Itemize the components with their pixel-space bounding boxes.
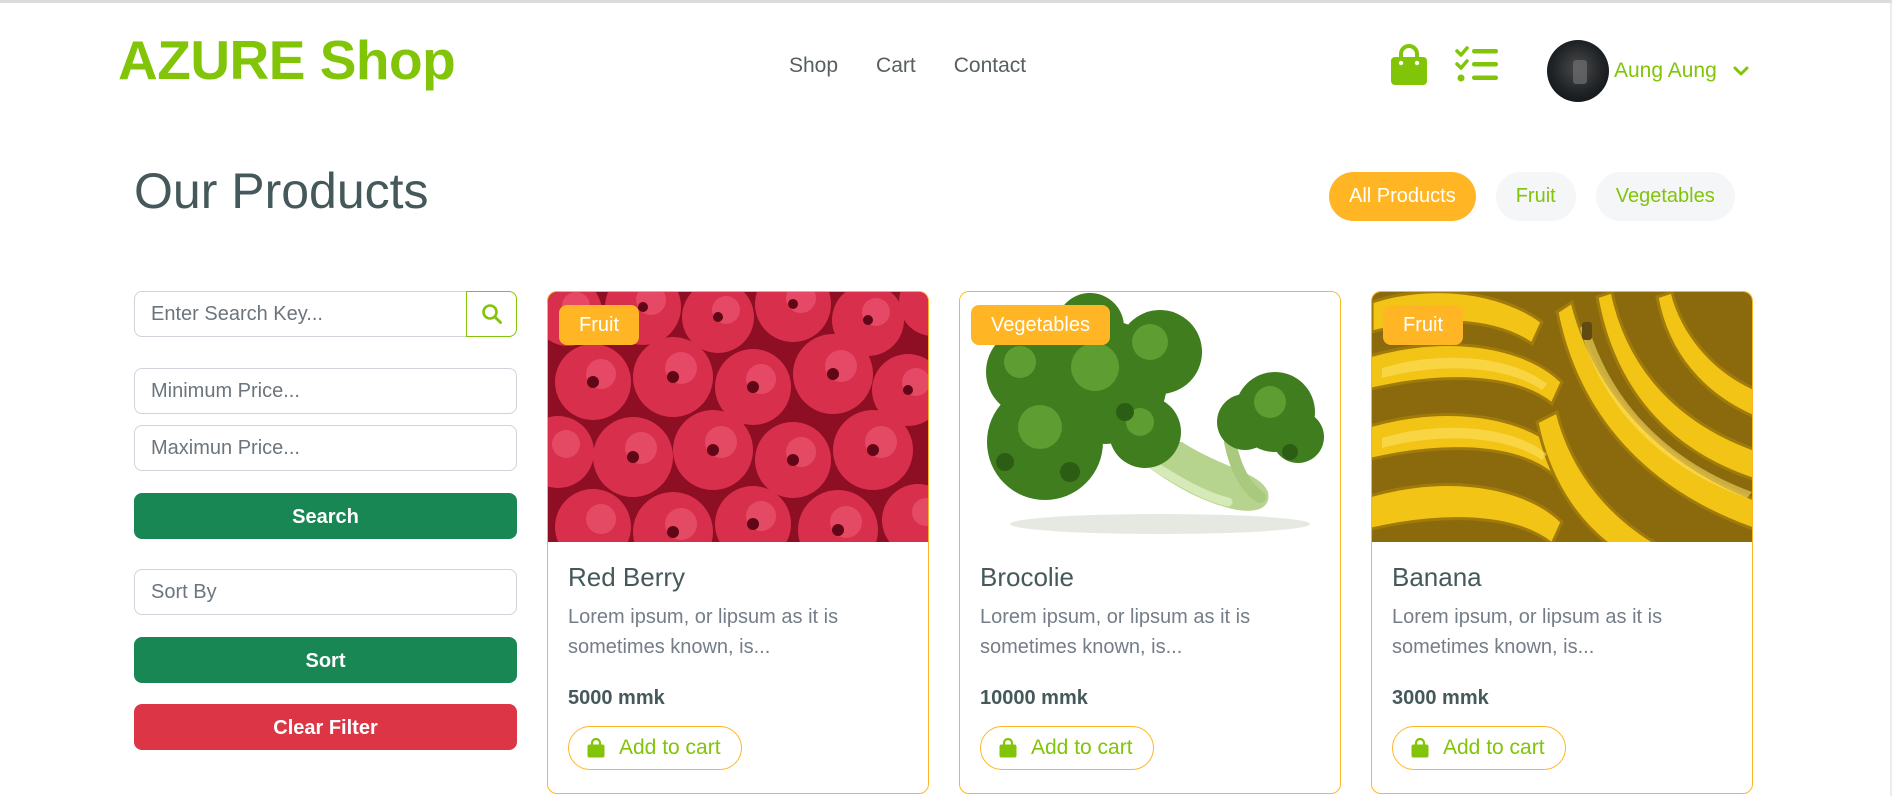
- window-top-border: [0, 0, 1892, 3]
- product-name[interactable]: Brocolie: [980, 560, 1074, 594]
- search-button[interactable]: Search: [134, 493, 517, 539]
- product-card-brocolie[interactable]: Vegetables Brocolie Lorem ipsum, or lips…: [959, 291, 1341, 794]
- main-nav: Shop Cart Contact: [789, 52, 1026, 80]
- tab-fruit[interactable]: Fruit: [1495, 172, 1576, 221]
- add-to-cart-label: Add to cart: [619, 736, 721, 759]
- product-description: Lorem ipsum, or lipsum as it is sometime…: [980, 606, 1251, 658]
- search-group: [134, 291, 517, 337]
- user-menu[interactable]: Aung Aung: [1547, 40, 1750, 102]
- add-to-cart-button[interactable]: Add to cart: [1392, 726, 1566, 770]
- nav-cart[interactable]: Cart: [876, 52, 916, 80]
- tab-vegetables[interactable]: Vegetables: [1595, 172, 1735, 221]
- product-description: Lorem ipsum, or lipsum as it is sometime…: [1392, 606, 1663, 658]
- avatar[interactable]: [1547, 40, 1609, 102]
- sort-by-field[interactable]: [134, 569, 517, 615]
- brand-logo[interactable]: AZURE Shop: [118, 28, 456, 92]
- search-icon: [481, 304, 502, 324]
- add-to-cart-button[interactable]: Add to cart: [980, 726, 1154, 770]
- category-tag: Fruit: [559, 305, 639, 345]
- product-price: 3000 mmk: [1392, 687, 1489, 709]
- add-to-cart-label: Add to cart: [1443, 736, 1545, 759]
- product-card-red-berry[interactable]: Fruit Red Berry Lorem ipsum, or lipsum a…: [547, 291, 929, 794]
- tab-all-products[interactable]: All Products: [1329, 172, 1476, 221]
- min-price-field[interactable]: [134, 368, 517, 414]
- product-price: 5000 mmk: [568, 687, 665, 709]
- category-filter-tabs: All Products Fruit Vegetables: [1329, 172, 1735, 221]
- search-icon-button[interactable]: [466, 291, 517, 337]
- shopping-bag-icon: [587, 738, 605, 758]
- sort-button[interactable]: Sort: [134, 637, 517, 683]
- shopping-bag-icon: [1411, 738, 1429, 758]
- category-tag: Fruit: [1383, 305, 1463, 345]
- chevron-down-icon[interactable]: [1732, 65, 1750, 77]
- product-description: Lorem ipsum, or lipsum as it is sometime…: [568, 606, 839, 658]
- search-input[interactable]: [134, 291, 466, 337]
- page-title: Our Products: [134, 163, 429, 219]
- product-name[interactable]: Banana: [1392, 560, 1482, 594]
- clear-filter-button[interactable]: Clear Filter: [134, 704, 517, 750]
- user-name[interactable]: Aung Aung: [1614, 57, 1717, 85]
- product-card-banana[interactable]: Fruit Banana Lorem ipsum, or lipsum as i…: [1371, 291, 1753, 794]
- nav-shop[interactable]: Shop: [789, 52, 838, 80]
- product-name[interactable]: Red Berry: [568, 560, 685, 594]
- max-price-field[interactable]: [134, 425, 517, 471]
- checklist-icon[interactable]: [1455, 46, 1499, 84]
- shopping-bag-icon: [999, 738, 1017, 758]
- add-to-cart-button[interactable]: Add to cart: [568, 726, 742, 770]
- shopping-bag-icon[interactable]: [1390, 44, 1428, 86]
- nav-contact[interactable]: Contact: [954, 52, 1026, 80]
- product-price: 10000 mmk: [980, 687, 1088, 709]
- category-tag: Vegetables: [971, 305, 1110, 345]
- add-to-cart-label: Add to cart: [1031, 736, 1133, 759]
